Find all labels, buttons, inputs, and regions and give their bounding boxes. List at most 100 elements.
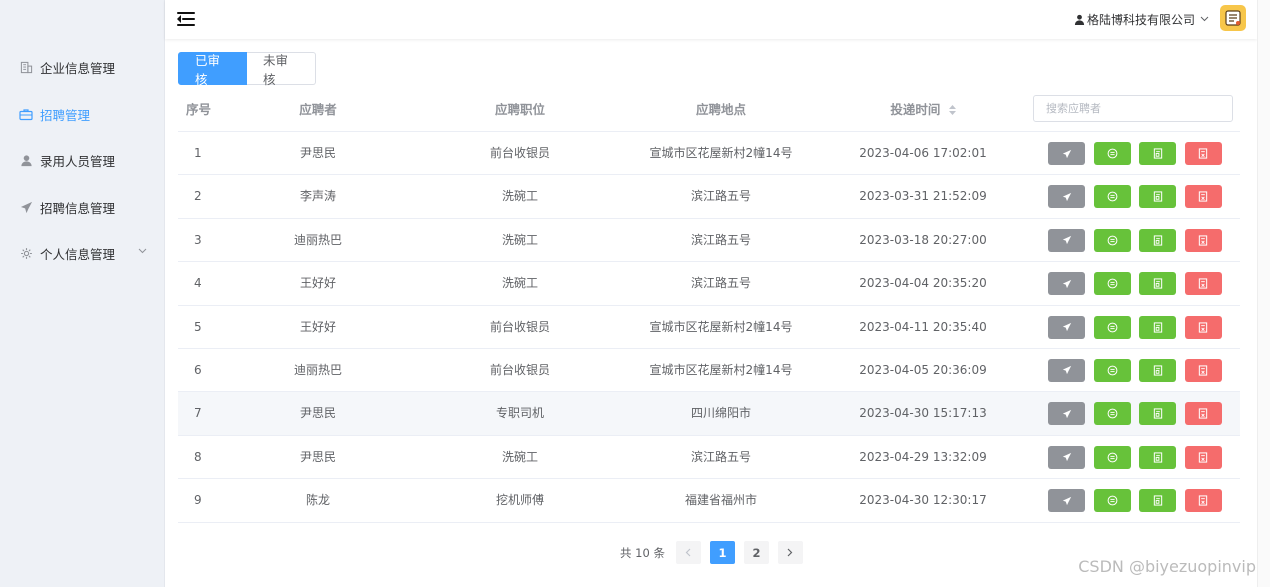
edit-button[interactable] xyxy=(1139,358,1176,382)
send-button[interactable] xyxy=(1048,358,1085,382)
cell-time: 2023-04-30 12:30:17 xyxy=(859,493,987,508)
view-button[interactable] xyxy=(1093,445,1131,469)
delete-button[interactable] xyxy=(1184,445,1222,469)
edit-button[interactable] xyxy=(1139,489,1176,513)
delete-icon xyxy=(1198,191,1208,202)
view-button[interactable] xyxy=(1093,272,1131,296)
cell-location: 四川绵阳市 xyxy=(690,406,751,421)
delete-button[interactable] xyxy=(1184,272,1222,296)
table-row[interactable]: 2 李声涛 洗碗工 滨江路五号 2023-03-31 21:52:09 xyxy=(178,175,1240,219)
document-icon xyxy=(1153,495,1163,506)
table-row[interactable]: 6 迪丽热巴 前台收银员 宣城市区花屋新村2幢14号 2023-04-05 20:36:… xyxy=(178,349,1240,393)
search-applicant-input[interactable] xyxy=(1033,95,1233,122)
cell-index: 7 xyxy=(194,406,202,421)
cell-index: 9 xyxy=(194,493,202,508)
send-button[interactable] xyxy=(1048,315,1085,339)
edit-button[interactable] xyxy=(1139,142,1176,165)
edit-button[interactable] xyxy=(1139,402,1176,426)
cell-applicant: 尹思民 xyxy=(299,406,336,421)
edit-button[interactable] xyxy=(1139,272,1176,296)
send-icon xyxy=(1062,452,1072,462)
cell-location: 宣城市区花屋新村2幢14号 xyxy=(649,362,793,377)
view-button[interactable] xyxy=(1093,142,1131,165)
delete-icon xyxy=(1198,365,1208,376)
document-icon xyxy=(1153,452,1163,463)
sidebar-item-recruitment[interactable]: 招聘管理 xyxy=(0,91,165,137)
table-row[interactable]: 8 尹思民 洗碗工 滨江路五号 2023-04-29 13:32:09 xyxy=(178,436,1240,480)
sidebar-item-label: 个人信息管理 xyxy=(40,246,116,262)
view-icon xyxy=(1107,322,1118,333)
tab-reviewed[interactable]: 已审核 xyxy=(178,52,247,87)
menu-toggle-icon[interactable] xyxy=(177,11,195,27)
table-header: 序号 应聘者 应聘职位 应聘地点 投递时间 xyxy=(178,87,1240,132)
sidebar-item-label: 招聘信息管理 xyxy=(40,200,116,216)
table-row[interactable]: 9 陈龙 挖机师傅 福建省福州市 2023-04-30 12:30:17 xyxy=(178,479,1240,523)
table-row[interactable]: 1 尹思民 前台收银员 宣城市区花屋新村2幢14号 2023-04-06 17:02:0… xyxy=(178,132,1240,176)
prev-page-button[interactable] xyxy=(675,541,701,564)
pagination-total: 共 10 条 xyxy=(620,545,665,560)
edit-button[interactable] xyxy=(1139,228,1176,252)
sidebar-item-job-posts[interactable]: 招聘信息管理 xyxy=(0,184,165,230)
cell-index: 5 xyxy=(194,319,202,334)
document-icon xyxy=(1153,408,1163,419)
user-dropdown[interactable]: 格陆博科技有限公司 xyxy=(1074,11,1209,28)
column-header-time[interactable]: 投递时间 xyxy=(843,87,1003,132)
user-icon xyxy=(1074,14,1085,25)
edit-button[interactable] xyxy=(1139,445,1176,469)
send-button[interactable] xyxy=(1048,402,1085,426)
sidebar-item-company-info[interactable]: 企业信息管理 xyxy=(0,44,165,90)
cell-time: 2023-04-06 17:02:01 xyxy=(859,146,987,160)
table-row[interactable]: 7 尹思民 专职司机 四川绵阳市 2023-04-30 15:17:13 xyxy=(178,392,1240,436)
page-button-1[interactable]: 1 xyxy=(709,541,735,564)
delete-button[interactable] xyxy=(1184,358,1222,382)
send-button[interactable] xyxy=(1048,228,1085,252)
send-button[interactable] xyxy=(1048,272,1085,296)
table-row[interactable]: 4 王好好 洗碗工 滨江路五号 2023-04-04 20:35:20 xyxy=(178,262,1240,306)
cell-location: 滨江路五号 xyxy=(690,449,751,464)
edit-button[interactable] xyxy=(1139,185,1176,209)
cell-time: 2023-03-18 20:27:00 xyxy=(859,232,987,247)
page-scrollbar[interactable] xyxy=(1257,0,1270,587)
page-button-2[interactable]: 2 xyxy=(743,541,769,564)
send-icon xyxy=(1062,365,1072,375)
send-button[interactable] xyxy=(1048,489,1085,513)
delete-button[interactable] xyxy=(1184,402,1222,426)
send-button[interactable] xyxy=(1048,185,1085,209)
view-button[interactable] xyxy=(1093,489,1131,513)
avatar[interactable] xyxy=(1220,5,1246,31)
sidebar-item-hired-staff[interactable]: 录用人员管理 xyxy=(0,137,165,183)
view-button[interactable] xyxy=(1093,358,1131,382)
table-row[interactable]: 5 王好好 前台收银员 宣城市区花屋新村2幢14号 2023-04-11 20:35:4… xyxy=(178,306,1240,349)
view-button[interactable] xyxy=(1093,228,1131,252)
chevron-down-icon xyxy=(1200,14,1209,25)
tab-unreviewed[interactable]: 未审核 xyxy=(247,52,316,87)
table-row[interactable]: 3 迪丽热巴 洗碗工 滨江路五号 2023-03-18 20:27:00 xyxy=(178,219,1240,263)
delete-button[interactable] xyxy=(1184,489,1222,513)
delete-button[interactable] xyxy=(1184,315,1222,339)
edit-button[interactable] xyxy=(1139,315,1176,339)
view-button[interactable] xyxy=(1093,402,1131,426)
cell-position: 洗碗工 xyxy=(501,449,538,464)
cell-applicant: 尹思民 xyxy=(299,449,336,464)
cell-index: 2 xyxy=(194,189,202,204)
cell-position: 前台收银员 xyxy=(489,362,550,377)
cell-location: 福建省福州市 xyxy=(684,493,757,508)
next-page-button[interactable] xyxy=(777,541,803,564)
send-button[interactable] xyxy=(1048,445,1085,469)
sort-icon[interactable] xyxy=(948,88,956,133)
cell-applicant: 王好好 xyxy=(299,319,336,334)
cell-time: 2023-03-31 21:52:09 xyxy=(859,189,987,204)
cell-applicant: 陈龙 xyxy=(305,493,330,508)
sidebar-item-label: 录用人员管理 xyxy=(40,153,116,169)
row-actions xyxy=(1048,315,1230,339)
sidebar-item-label: 企业信息管理 xyxy=(40,60,116,76)
sidebar-item-personal-info[interactable]: 个人信息管理 xyxy=(0,230,165,276)
view-button[interactable] xyxy=(1093,185,1131,209)
column-header-location: 应聘地点 xyxy=(695,102,746,117)
sidebar-item-label: 招聘管理 xyxy=(40,107,91,123)
delete-button[interactable] xyxy=(1184,142,1222,165)
delete-button[interactable] xyxy=(1184,185,1222,209)
delete-button[interactable] xyxy=(1184,228,1222,252)
send-button[interactable] xyxy=(1048,142,1085,165)
view-button[interactable] xyxy=(1093,315,1131,339)
